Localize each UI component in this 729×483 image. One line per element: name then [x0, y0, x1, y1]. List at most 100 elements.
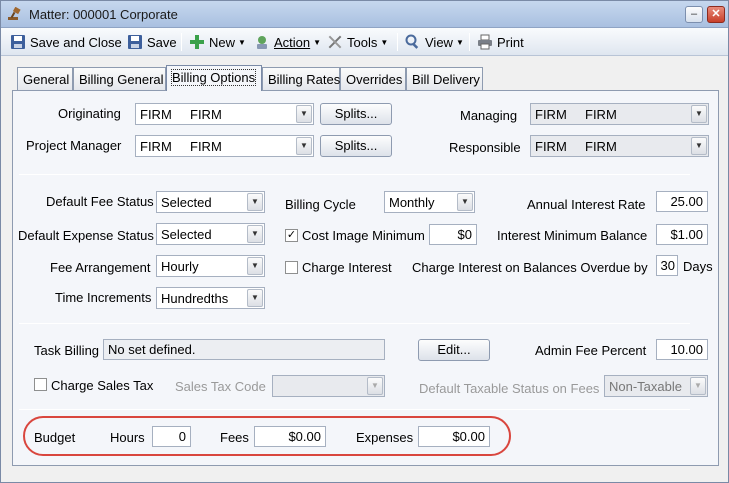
title-bar: Matter: 000001 Corporate – ✕ — [1, 1, 728, 28]
budget-fees-label: Fees — [220, 430, 249, 445]
budget-fees-input[interactable]: $0.00 — [254, 426, 326, 447]
time-increments-select[interactable]: Hundredths ▼ — [156, 287, 265, 309]
charge-sales-tax-label: Charge Sales Tax — [51, 378, 154, 393]
admin-fee-percent-label: Admin Fee Percent — [535, 343, 647, 358]
floppy-icon — [128, 35, 142, 49]
responsible-label: Responsible — [449, 140, 521, 155]
gavel-icon — [8, 7, 21, 20]
tools-icon — [328, 35, 342, 49]
budget-hours-input[interactable]: 0 — [152, 426, 191, 447]
chevron-down-icon: ▼ — [238, 37, 246, 47]
new-label: New — [209, 34, 236, 50]
interest-minimum-balance-label: Interest Minimum Balance — [497, 228, 648, 243]
project-manager-select[interactable]: FIRM FIRM ▼ — [135, 135, 314, 157]
printer-icon — [478, 34, 492, 50]
managing-select[interactable]: FIRM FIRM ▼ — [530, 103, 709, 125]
chevron-down-icon: ▼ — [690, 377, 706, 395]
budget-expenses-input[interactable]: $0.00 — [418, 426, 490, 447]
interest-minimum-balance-input[interactable]: $1.00 — [656, 224, 708, 245]
view-label: View — [425, 34, 453, 50]
originating-splits-button[interactable]: Splits... — [320, 103, 392, 125]
section-divider — [19, 323, 690, 324]
new-menu-button[interactable]: New ▼ — [189, 32, 246, 52]
task-billing-edit-button[interactable]: Edit... — [418, 339, 490, 361]
close-button[interactable]: ✕ — [707, 6, 725, 23]
chevron-down-icon: ▼ — [247, 289, 263, 307]
toolbar-separator — [397, 33, 398, 51]
charge-interest-overdue-label: Charge Interest on Balances Overdue by — [412, 260, 648, 275]
fee-arrangement-select[interactable]: Hourly ▼ — [156, 255, 265, 277]
default-fee-status-label: Default Fee Status — [46, 194, 154, 209]
magnifier-icon — [405, 34, 419, 49]
pm-splits-button[interactable]: Splits... — [320, 135, 392, 157]
save-label: Save — [147, 34, 177, 50]
tab-general[interactable]: General — [17, 67, 73, 90]
toolbar-separator — [469, 33, 470, 51]
action-menu-button[interactable]: Action ▼ — [254, 32, 321, 52]
responsible-select[interactable]: FIRM FIRM ▼ — [530, 135, 709, 157]
save-and-close-button[interactable]: Save and Close — [10, 32, 122, 52]
view-menu-button[interactable]: View ▼ — [405, 32, 464, 52]
tab-billing-options[interactable]: Billing Options — [166, 65, 262, 91]
tools-menu-button[interactable]: Tools ▼ — [327, 32, 388, 52]
chevron-down-icon: ▼ — [380, 37, 389, 47]
tab-bill-delivery[interactable]: Bill Delivery — [406, 67, 483, 90]
sales-tax-code-select[interactable]: ▼ — [272, 375, 385, 397]
default-taxable-status-select[interactable]: Non-Taxable ▼ — [604, 375, 708, 397]
charge-interest-label: Charge Interest — [302, 260, 392, 275]
section-divider — [19, 409, 690, 410]
billing-cycle-select[interactable]: Monthly ▼ — [384, 191, 475, 213]
window-title: Matter: 000001 Corporate — [29, 7, 178, 22]
managing-label: Managing — [460, 108, 518, 123]
save-and-close-label: Save and Close — [30, 34, 122, 50]
chevron-down-icon: ▼ — [313, 37, 322, 47]
default-fee-status-select[interactable]: Selected ▼ — [156, 191, 265, 213]
save-close-icon — [11, 35, 25, 49]
fee-arrangement-label: Fee Arrangement — [50, 260, 151, 275]
billing-cycle-label: Billing Cycle — [285, 197, 356, 212]
matter-window: Matter: 000001 Corporate – ✕ Save and Cl… — [0, 0, 729, 483]
budget-expenses-label: Expenses — [356, 430, 414, 445]
tab-billing-general[interactable]: Billing General — [73, 67, 166, 90]
cost-image-minimum-checkbox[interactable]: ✓ — [285, 229, 298, 242]
chevron-down-icon: ▼ — [247, 257, 263, 275]
chevron-down-icon: ▼ — [691, 137, 707, 155]
chevron-down-icon: ▼ — [296, 137, 312, 155]
tab-billing-rates[interactable]: Billing Rates — [262, 67, 340, 90]
charge-interest-checkbox[interactable] — [285, 261, 298, 274]
cost-image-minimum-label: Cost Image Minimum — [302, 228, 425, 243]
chevron-down-icon: ▼ — [457, 193, 473, 211]
budget-hours-label: Hours — [110, 430, 145, 445]
task-billing-field: No set defined. — [103, 339, 385, 360]
action-label: Action — [274, 34, 311, 50]
cost-image-minimum-input[interactable]: $0 — [429, 224, 477, 245]
print-label: Print — [497, 34, 524, 50]
originating-select[interactable]: FIRM FIRM ▼ — [135, 103, 314, 125]
toolbar-separator — [181, 33, 182, 51]
minimize-button[interactable]: – — [685, 6, 703, 23]
chevron-down-icon: ▼ — [691, 105, 707, 123]
chevron-down-icon: ▼ — [247, 193, 263, 211]
default-taxable-status-label: Default Taxable Status on Fees — [419, 381, 600, 396]
budget-label: Budget — [34, 430, 76, 445]
save-button[interactable]: Save — [127, 32, 177, 52]
tab-overrides[interactable]: Overrides — [340, 67, 406, 90]
action-icon — [257, 36, 267, 49]
charge-sales-tax-checkbox[interactable] — [34, 378, 47, 391]
section-divider — [19, 174, 690, 175]
chevron-down-icon: ▼ — [247, 225, 263, 243]
time-increments-label: Time Increments — [55, 290, 152, 305]
chevron-down-icon: ▼ — [296, 105, 312, 123]
toolbar: Save and Close Save New ▼ Action ▼ Tools ▼ … — [1, 28, 728, 56]
days-label: Days — [683, 259, 713, 274]
tools-label: Tools — [347, 34, 378, 50]
admin-fee-percent-input[interactable]: 10.00 — [656, 339, 708, 360]
annual-interest-rate-input[interactable]: 25.00 — [656, 191, 708, 212]
chevron-down-icon: ▼ — [367, 377, 383, 395]
overdue-days-input[interactable]: 30 — [656, 255, 678, 276]
plus-icon — [190, 35, 204, 49]
default-expense-status-select[interactable]: Selected ▼ — [156, 223, 265, 245]
default-expense-status-label: Default Expense Status — [18, 228, 154, 243]
originating-label: Originating — [58, 106, 121, 121]
print-button[interactable]: Print — [477, 32, 524, 52]
